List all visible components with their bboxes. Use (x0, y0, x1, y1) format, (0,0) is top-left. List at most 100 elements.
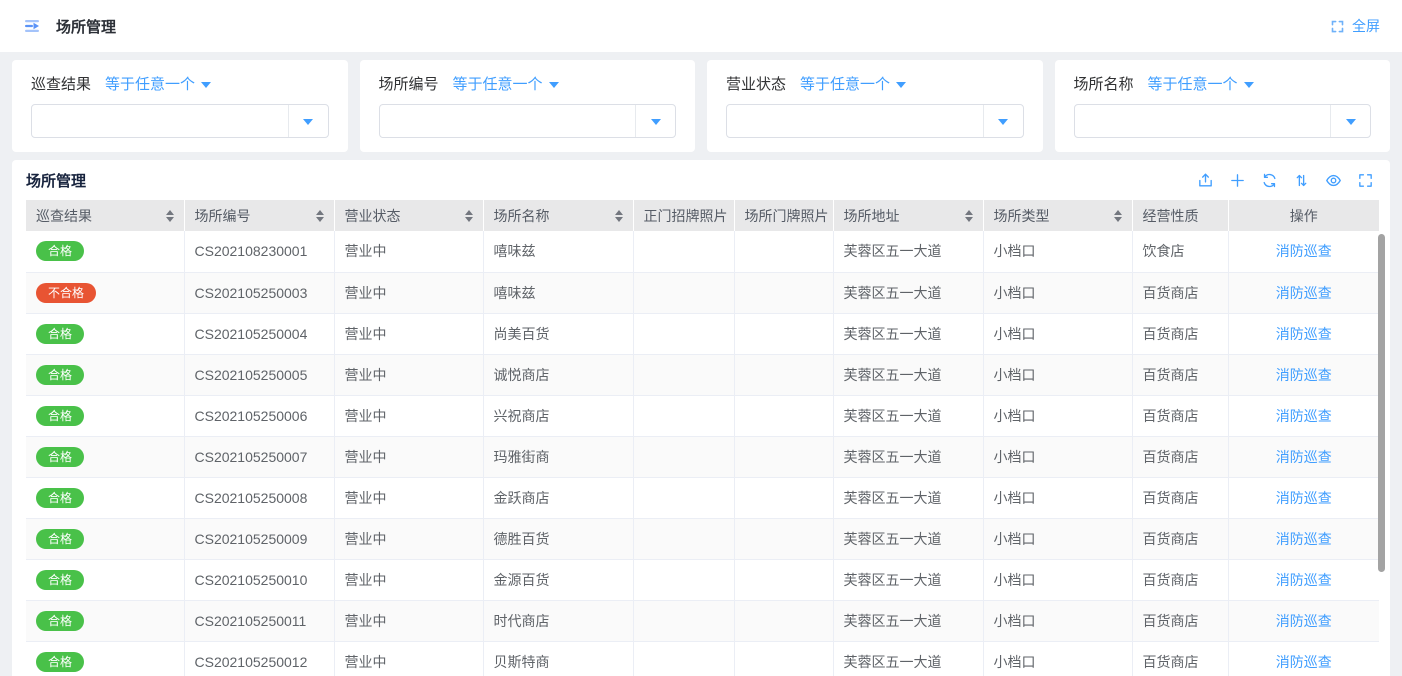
cell-type: 小档口 (983, 477, 1132, 518)
select-dropdown-button[interactable] (288, 105, 328, 137)
column-header-1[interactable]: 场所编号 (184, 200, 334, 231)
fire-inspection-link[interactable]: 消防巡查 (1276, 490, 1332, 506)
table-row: 合格CS202105250006营业中兴祝商店芙蓉区五一大道小档口百货商店消防巡… (26, 395, 1379, 436)
column-label: 经营性质 (1143, 206, 1199, 226)
cell-result: 合格 (26, 231, 184, 272)
fire-inspection-link[interactable]: 消防巡查 (1276, 531, 1332, 547)
filter-card-venue-name: 场所名称 等于任意一个 (1055, 60, 1391, 152)
cell-status: 营业中 (334, 313, 483, 354)
fullscreen-button[interactable]: 全屏 (1330, 16, 1380, 36)
cell-status: 营业中 (334, 436, 483, 477)
fire-inspection-link[interactable]: 消防巡查 (1276, 285, 1332, 301)
venue-code-input[interactable] (380, 105, 636, 137)
cell-front_photo (633, 436, 734, 477)
cell-address: 芙蓉区五一大道 (833, 436, 983, 477)
fire-inspection-link[interactable]: 消防巡查 (1276, 367, 1332, 383)
filter-operator-dropdown[interactable]: 等于任意一个 (453, 73, 559, 94)
cell-nature: 百货商店 (1132, 518, 1228, 559)
cell-status: 营业中 (334, 354, 483, 395)
cell-code: CS202105250006 (184, 395, 334, 436)
cell-status: 营业中 (334, 477, 483, 518)
column-header-7[interactable]: 场所类型 (983, 200, 1132, 231)
column-header-2[interactable]: 营业状态 (334, 200, 483, 231)
cell-code: CS202105250009 (184, 518, 334, 559)
fullscreen-icon[interactable] (1356, 171, 1374, 189)
cell-front_photo (633, 231, 734, 272)
inspection-result-badge: 合格 (36, 488, 84, 508)
fire-inspection-link[interactable]: 消防巡查 (1276, 613, 1332, 629)
fire-inspection-link[interactable]: 消防巡查 (1276, 326, 1332, 342)
cell-address: 芙蓉区五一大道 (833, 395, 983, 436)
cell-result: 合格 (26, 477, 184, 518)
cell-action: 消防巡查 (1228, 477, 1379, 518)
column-label: 场所编号 (195, 206, 251, 226)
column-label: 操作 (1290, 206, 1318, 226)
cell-type: 小档口 (983, 272, 1132, 313)
cell-door_photo (734, 272, 833, 313)
cell-type: 小档口 (983, 231, 1132, 272)
cell-code: CS202105250005 (184, 354, 334, 395)
export-icon[interactable] (1196, 171, 1214, 189)
table-row: 合格CS202105250007营业中玛雅街商芙蓉区五一大道小档口百货商店消防巡… (26, 436, 1379, 477)
sort-carets-icon (965, 210, 973, 222)
top-bar: 场所管理 全屏 (0, 0, 1402, 52)
fullscreen-label: 全屏 (1352, 16, 1380, 36)
cell-door_photo (734, 313, 833, 354)
venue-name-input[interactable] (1075, 105, 1331, 137)
fire-inspection-link[interactable]: 消防巡查 (1276, 654, 1332, 670)
filter-card-venue-code: 场所编号 等于任意一个 (360, 60, 696, 152)
column-header-0[interactable]: 巡查结果 (26, 200, 184, 231)
cell-type: 小档口 (983, 600, 1132, 641)
filter-operator-dropdown[interactable]: 等于任意一个 (1148, 73, 1254, 94)
column-header-3[interactable]: 场所名称 (483, 200, 633, 231)
cell-type: 小档口 (983, 354, 1132, 395)
cell-status: 营业中 (334, 641, 483, 676)
cell-status: 营业中 (334, 600, 483, 641)
select-dropdown-button[interactable] (983, 105, 1023, 137)
cell-type: 小档口 (983, 641, 1132, 676)
refresh-icon[interactable] (1260, 171, 1278, 189)
fire-inspection-link[interactable]: 消防巡查 (1276, 243, 1332, 259)
table-row: 合格CS202105250011营业中时代商店芙蓉区五一大道小档口百货商店消防巡… (26, 600, 1379, 641)
cell-result: 合格 (26, 600, 184, 641)
table-row: 合格CS202105250010营业中金源百货芙蓉区五一大道小档口百货商店消防巡… (26, 559, 1379, 600)
cell-door_photo (734, 559, 833, 600)
cell-name: 诚悦商店 (483, 354, 633, 395)
cell-door_photo (734, 600, 833, 641)
cell-action: 消防巡查 (1228, 354, 1379, 395)
cell-front_photo (633, 313, 734, 354)
select-dropdown-button[interactable] (1330, 105, 1370, 137)
inspection-result-input[interactable] (32, 105, 288, 137)
filter-operator-dropdown[interactable]: 等于任意一个 (105, 73, 211, 94)
inspection-result-badge: 合格 (36, 652, 84, 672)
cell-type: 小档口 (983, 559, 1132, 600)
column-header-6[interactable]: 场所地址 (833, 200, 983, 231)
cell-nature: 百货商店 (1132, 600, 1228, 641)
select-dropdown-button[interactable] (635, 105, 675, 137)
fire-inspection-link[interactable]: 消防巡查 (1276, 449, 1332, 465)
cell-front_photo (633, 641, 734, 676)
cell-type: 小档口 (983, 518, 1132, 559)
vertical-scrollbar-thumb[interactable] (1378, 234, 1385, 572)
cell-name: 兴祝商店 (483, 395, 633, 436)
cell-code: CS202105250008 (184, 477, 334, 518)
cell-code: CS202105250004 (184, 313, 334, 354)
cell-front_photo (633, 559, 734, 600)
column-label: 场所地址 (844, 206, 900, 226)
cell-door_photo (734, 231, 833, 272)
cell-action: 消防巡查 (1228, 272, 1379, 313)
column-header-5: 场所门牌照片 (734, 200, 833, 231)
collapse-menu-icon[interactable] (22, 16, 42, 36)
visibility-icon[interactable] (1324, 171, 1342, 189)
add-icon[interactable] (1228, 171, 1246, 189)
filter-label: 营业状态 (726, 73, 786, 94)
business-status-input[interactable] (727, 105, 983, 137)
fire-inspection-link[interactable]: 消防巡查 (1276, 572, 1332, 588)
fire-inspection-link[interactable]: 消防巡查 (1276, 408, 1332, 424)
sort-icon[interactable] (1292, 171, 1310, 189)
caret-down-icon (201, 82, 211, 88)
filter-operator-dropdown[interactable]: 等于任意一个 (800, 73, 906, 94)
cell-nature: 百货商店 (1132, 436, 1228, 477)
cell-name: 德胜百货 (483, 518, 633, 559)
sort-carets-icon (1114, 210, 1122, 222)
